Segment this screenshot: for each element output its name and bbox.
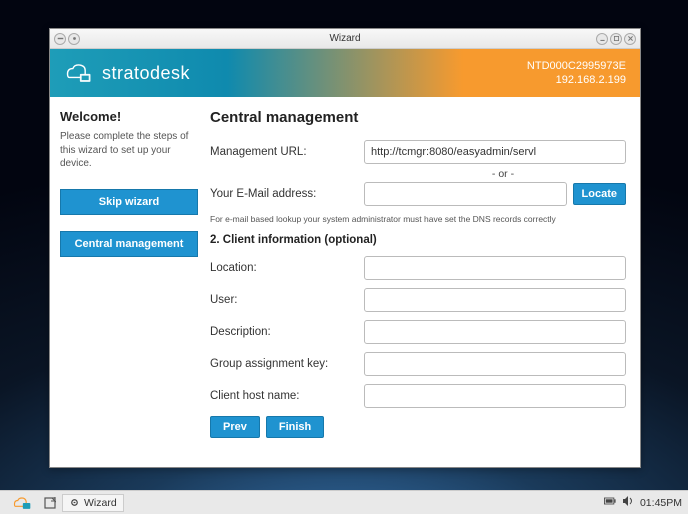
group-key-label: Group assignment key: bbox=[210, 358, 358, 370]
start-button[interactable] bbox=[6, 493, 38, 513]
host-id: NTD000C2995973E bbox=[527, 59, 626, 73]
location-label: Location: bbox=[210, 262, 358, 274]
user-input[interactable] bbox=[364, 288, 626, 312]
hostname-input[interactable] bbox=[364, 384, 626, 408]
pin-icon[interactable] bbox=[68, 33, 80, 45]
dns-hint: For e-mail based lookup your system admi… bbox=[210, 214, 626, 224]
taskbar[interactable]: Wizard 01:45PM bbox=[0, 490, 688, 514]
mgmt-url-label: Management URL: bbox=[210, 146, 358, 158]
window-menu-icon[interactable] bbox=[54, 33, 66, 45]
taskbar-app-label: Wizard bbox=[84, 497, 117, 509]
welcome-heading: Welcome! bbox=[60, 109, 198, 124]
brand: stratodesk bbox=[64, 61, 190, 85]
group-key-input[interactable] bbox=[364, 352, 626, 376]
page-heading: Central management bbox=[210, 109, 626, 126]
banner: stratodesk NTD000C2995973E 192.168.2.199 bbox=[50, 49, 640, 97]
central-management-button[interactable]: Central management bbox=[60, 231, 198, 257]
titlebar[interactable]: Wizard bbox=[50, 29, 640, 49]
location-input[interactable] bbox=[364, 256, 626, 280]
taskbar-app-wizard[interactable]: Wizard bbox=[62, 494, 124, 512]
close-icon[interactable] bbox=[624, 33, 636, 45]
ip-address: 192.168.2.199 bbox=[527, 73, 626, 87]
system-info: NTD000C2995973E 192.168.2.199 bbox=[527, 59, 626, 88]
wizard-window: Wizard stratodesk NTD000C2995973E 192.16… bbox=[49, 28, 641, 468]
description-input[interactable] bbox=[364, 320, 626, 344]
mgmt-url-input[interactable] bbox=[364, 140, 626, 164]
start-icon bbox=[12, 495, 32, 511]
volume-icon[interactable] bbox=[622, 495, 634, 510]
brand-name: stratodesk bbox=[102, 63, 190, 84]
minimize-icon[interactable] bbox=[596, 33, 608, 45]
main-panel: Central management Management URL: - or … bbox=[208, 97, 640, 467]
user-label: User: bbox=[210, 294, 358, 306]
skip-wizard-button[interactable]: Skip wizard bbox=[60, 189, 198, 215]
show-desktop-button[interactable] bbox=[38, 495, 62, 511]
desktop: Wizard stratodesk NTD000C2995973E 192.16… bbox=[0, 0, 688, 514]
clock[interactable]: 01:45PM bbox=[640, 497, 682, 509]
description-label: Description: bbox=[210, 326, 358, 338]
email-label: Your E-Mail address: bbox=[210, 188, 358, 200]
locate-button[interactable]: Locate bbox=[573, 183, 626, 205]
sidebar: Welcome! Please complete the steps of th… bbox=[50, 97, 208, 467]
window-list-icon bbox=[44, 497, 56, 509]
email-input[interactable] bbox=[364, 182, 567, 206]
maximize-icon[interactable] bbox=[610, 33, 622, 45]
finish-button[interactable]: Finish bbox=[266, 416, 324, 438]
link-icon bbox=[69, 497, 80, 508]
welcome-text: Please complete the steps of this wizard… bbox=[60, 130, 198, 171]
system-tray: 01:45PM bbox=[604, 495, 682, 510]
logo-icon bbox=[64, 61, 94, 85]
hostname-label: Client host name: bbox=[210, 390, 358, 402]
window-title: Wizard bbox=[329, 33, 360, 44]
or-separator: - or - bbox=[380, 168, 626, 180]
prev-button[interactable]: Prev bbox=[210, 416, 260, 438]
battery-icon[interactable] bbox=[604, 495, 616, 510]
section-2-heading: 2. Client information (optional) bbox=[210, 234, 626, 246]
